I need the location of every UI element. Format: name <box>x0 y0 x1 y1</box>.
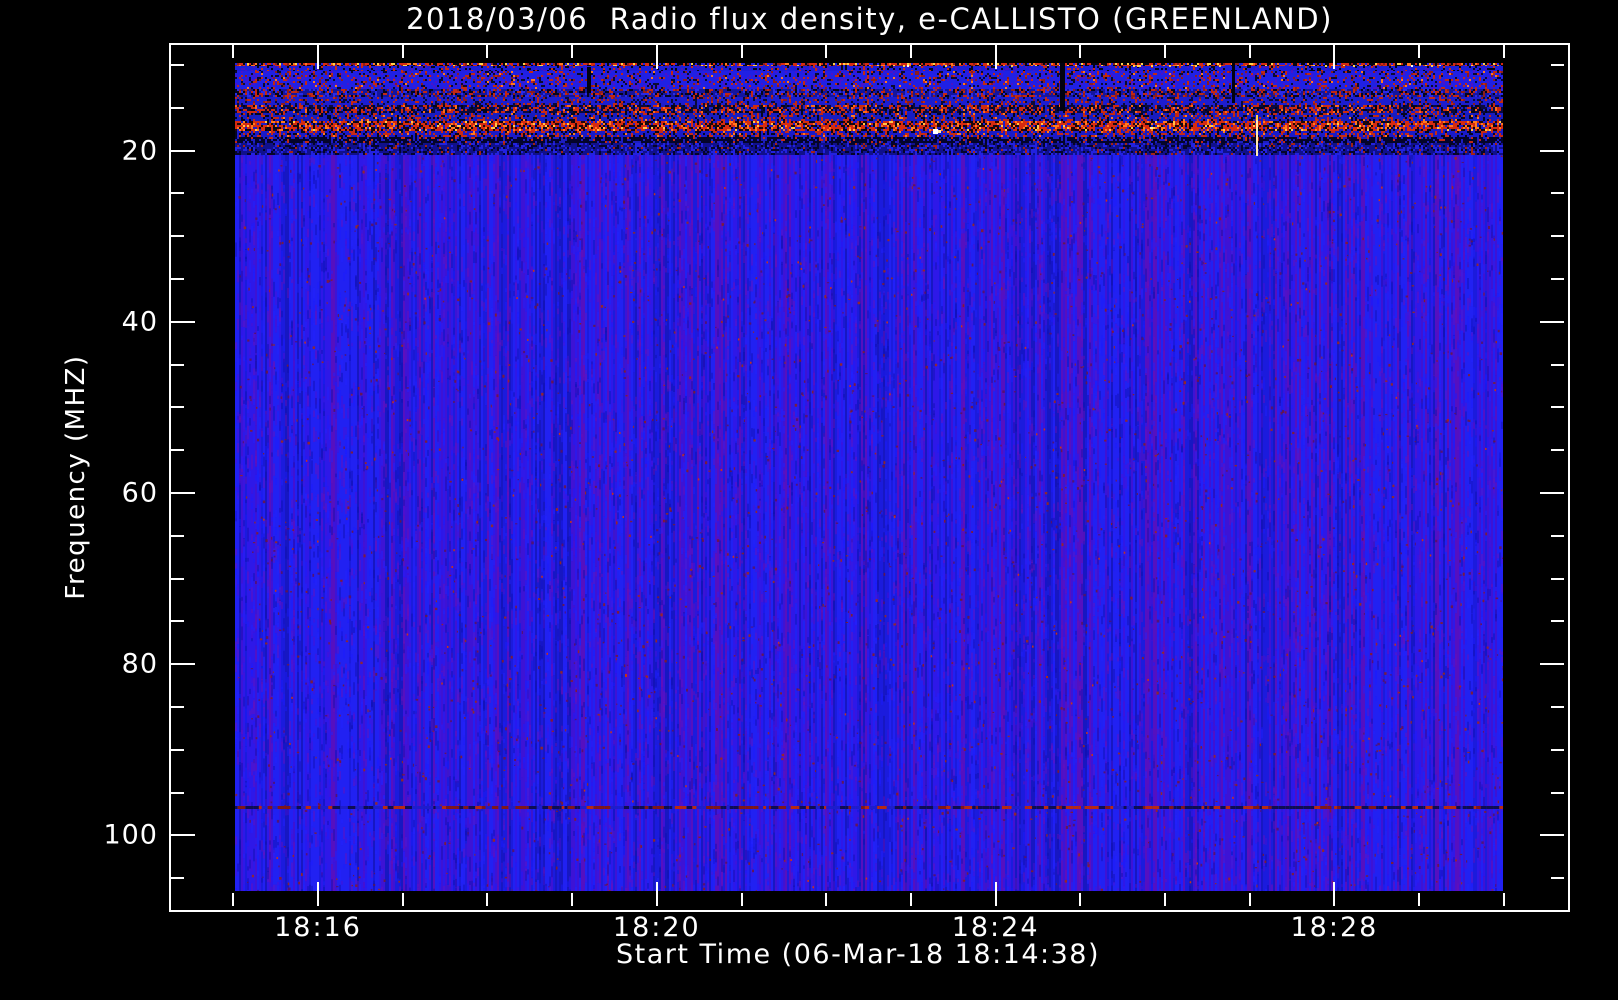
tick-mark <box>486 893 488 906</box>
tick-mark <box>171 663 195 665</box>
y-tick-label: 40 <box>121 306 158 338</box>
tick-mark <box>171 107 184 109</box>
tick-mark <box>910 893 912 906</box>
tick-mark <box>171 706 184 708</box>
tick-mark <box>171 449 184 451</box>
tick-mark <box>1551 406 1564 408</box>
tick-mark <box>1333 45 1335 69</box>
tick-mark <box>1164 893 1166 906</box>
tick-mark <box>1551 364 1564 366</box>
tick-mark <box>171 578 184 580</box>
tick-mark <box>171 64 184 66</box>
tick-mark <box>1551 64 1564 66</box>
x-axis-title: Start Time (06-Mar-18 18:14:38) <box>615 939 1101 970</box>
tick-mark <box>486 45 488 58</box>
tick-mark <box>1418 45 1420 58</box>
tick-mark <box>995 45 997 69</box>
tick-mark <box>171 877 184 879</box>
tick-mark <box>1418 893 1420 906</box>
tick-mark <box>1540 492 1564 494</box>
tick-mark <box>171 492 195 494</box>
plot-frame <box>169 43 1570 912</box>
tick-mark <box>171 406 184 408</box>
tick-mark <box>317 45 319 69</box>
tick-mark <box>171 834 195 836</box>
tick-mark <box>656 882 658 906</box>
tick-mark <box>1503 893 1505 906</box>
tick-mark <box>317 882 319 906</box>
tick-mark <box>171 150 195 152</box>
tick-mark <box>1551 792 1564 794</box>
tick-mark <box>1551 706 1564 708</box>
tick-mark <box>825 45 827 58</box>
tick-mark <box>571 893 573 906</box>
tick-mark <box>1551 107 1564 109</box>
y-tick-label: 60 <box>121 477 158 509</box>
tick-mark <box>825 893 827 906</box>
tick-mark <box>1551 535 1564 537</box>
tick-mark <box>1540 834 1564 836</box>
tick-mark <box>171 235 184 237</box>
tick-mark <box>171 535 184 537</box>
tick-mark <box>1079 45 1081 58</box>
tick-mark <box>1551 749 1564 751</box>
tick-mark <box>171 278 184 280</box>
tick-mark <box>571 45 573 58</box>
tick-mark <box>171 192 184 194</box>
tick-mark <box>402 45 404 58</box>
tick-mark <box>1540 321 1564 323</box>
tick-mark <box>232 45 234 58</box>
tick-mark <box>1551 578 1564 580</box>
tick-mark <box>171 792 184 794</box>
tick-mark <box>1503 45 1505 58</box>
plot-title: 2018/03/06 Radio flux density, e-CALLIST… <box>406 2 1333 36</box>
spectrogram-plot: 2018/03/06 Radio flux density, e-CALLIST… <box>0 0 1618 1000</box>
tick-mark <box>1551 877 1564 879</box>
tick-mark <box>1333 882 1335 906</box>
tick-mark <box>1540 663 1564 665</box>
tick-mark <box>171 749 184 751</box>
tick-mark <box>1551 235 1564 237</box>
x-tick-label: 18:16 <box>274 912 362 943</box>
tick-mark <box>656 45 658 69</box>
tick-mark <box>1551 620 1564 622</box>
tick-mark <box>171 321 195 323</box>
tick-mark <box>402 893 404 906</box>
tick-mark <box>171 364 184 366</box>
tick-mark <box>1551 449 1564 451</box>
tick-mark <box>741 893 743 906</box>
y-tick-label: 80 <box>121 648 158 680</box>
tick-mark <box>910 45 912 58</box>
tick-mark <box>1540 150 1564 152</box>
tick-mark <box>1249 45 1251 58</box>
tick-mark <box>232 893 234 906</box>
tick-mark <box>1551 278 1564 280</box>
tick-mark <box>995 882 997 906</box>
tick-mark <box>741 45 743 58</box>
tick-mark <box>171 620 184 622</box>
y-tick-label: 100 <box>103 819 158 851</box>
tick-mark <box>1164 45 1166 58</box>
y-tick-label: 20 <box>121 135 158 167</box>
tick-mark <box>1249 893 1251 906</box>
x-tick-label: 18:28 <box>1290 912 1379 943</box>
tick-mark <box>1551 192 1564 194</box>
tick-mark <box>1079 893 1081 906</box>
